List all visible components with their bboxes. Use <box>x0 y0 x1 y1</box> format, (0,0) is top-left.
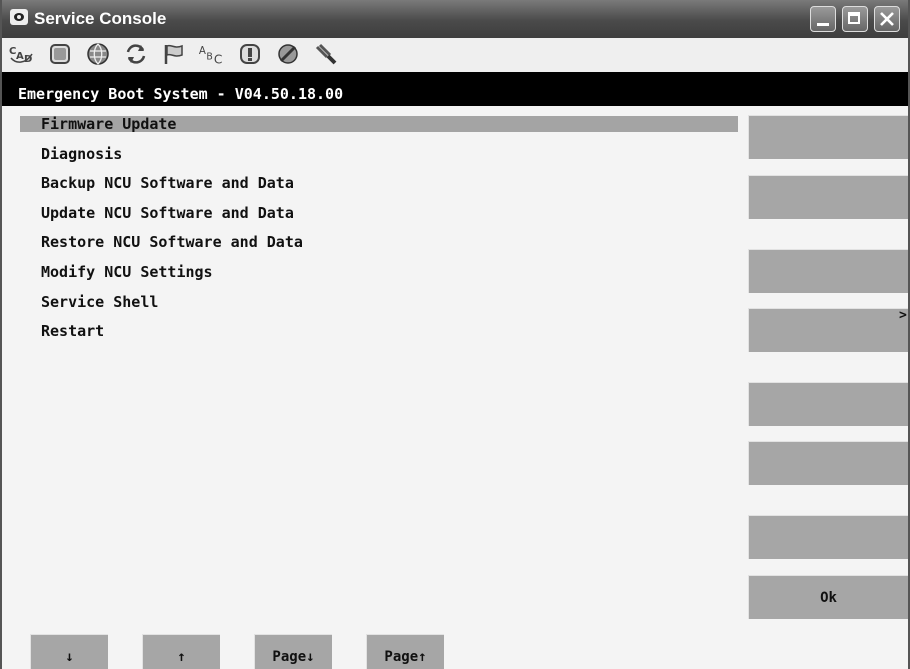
menu-item[interactable]: Update NCU Software and Data <box>20 205 738 221</box>
svg-text:C: C <box>214 52 222 66</box>
page-down-button[interactable]: Page↓ <box>254 634 332 669</box>
menu-item-label: Restart <box>41 322 105 341</box>
softkey-6[interactable] <box>748 441 908 485</box>
softkey-5[interactable] <box>748 382 908 426</box>
eye-icon <box>10 9 28 25</box>
title-bar[interactable]: Service Console <box>2 0 908 38</box>
menu-item-label: Backup NCU Software and Data <box>41 174 294 193</box>
svg-text:B: B <box>206 52 212 63</box>
refresh-icon[interactable] <box>122 40 150 68</box>
menu-item[interactable]: Restart <box>20 323 738 339</box>
menu-item-label: Modify NCU Settings <box>41 263 213 281</box>
down-button[interactable]: ↓ <box>30 634 108 669</box>
softkey-2[interactable] <box>748 175 908 219</box>
cad-icon[interactable]: CAD <box>8 40 36 68</box>
menu-item[interactable]: Restore NCU Software and Data <box>20 234 738 250</box>
menu-item[interactable]: Modify NCU Settings <box>20 264 738 280</box>
menu-item-label: Restore NCU Software and Data <box>41 233 303 252</box>
menu-item[interactable]: Diagnosis <box>20 146 738 162</box>
minimize-button[interactable] <box>810 6 836 32</box>
menu-list: Firmware Update Diagnosis Backup NCU Softw… <box>2 106 748 626</box>
menu-item-label: Firmware Update <box>41 115 177 133</box>
menu-item[interactable]: Backup NCU Software and Data <box>20 175 738 191</box>
menu-item[interactable]: Firmware Update <box>20 116 738 132</box>
text-abc-icon[interactable]: ABC <box>198 40 226 68</box>
menu-item[interactable]: Service Shell <box>20 294 738 310</box>
menu-item-label: Update NCU Software and Data <box>41 203 294 222</box>
info-icon[interactable] <box>236 40 264 68</box>
close-button[interactable] <box>874 6 900 32</box>
maximize-button[interactable] <box>842 6 868 32</box>
toolbar: CAD ABC <box>2 38 908 106</box>
tools-icon[interactable] <box>312 40 340 68</box>
svg-text:A: A <box>16 51 24 62</box>
flag-icon[interactable] <box>160 40 188 68</box>
close-icon <box>880 12 894 26</box>
menu-item-label: Diagnosis <box>41 144 123 163</box>
softkey-ok[interactable]: Ok <box>748 575 908 619</box>
header-bar: Emergency Boot System - V04.50.18.00 <box>2 72 908 106</box>
softkey-7[interactable] <box>748 515 908 559</box>
page-up-button[interactable]: Page↑ <box>366 634 444 669</box>
window-title: Service Console <box>34 9 167 28</box>
globe-icon[interactable] <box>84 40 112 68</box>
side-marker: > <box>899 308 907 323</box>
softkey-3[interactable] <box>748 249 908 293</box>
up-button[interactable]: ↑ <box>142 634 220 669</box>
page-title: Emergency Boot System - V04.50.18.00 <box>18 85 344 103</box>
softkey-4[interactable] <box>748 308 908 352</box>
no-globe-icon[interactable] <box>274 40 302 68</box>
service-console-window: Service Console CAD ABC 192.168.214.1 Em… <box>0 0 910 669</box>
svg-text:A: A <box>199 45 206 57</box>
softkey-1[interactable] <box>748 115 908 159</box>
menu-item-label: Service Shell <box>41 292 159 311</box>
window-icon[interactable] <box>46 40 74 68</box>
